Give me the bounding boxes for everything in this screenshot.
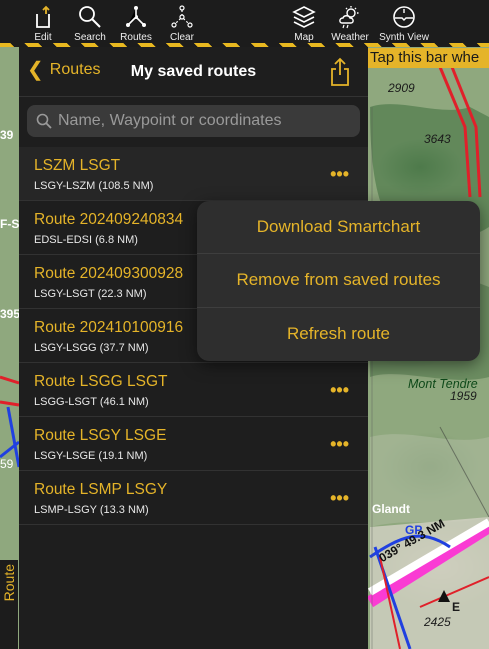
clear-label: Clear [170, 32, 194, 43]
weather-icon [339, 6, 359, 29]
map-edge-label: 39 [0, 128, 14, 142]
weather-button[interactable]: Weather [328, 0, 372, 47]
tap-bar-text: Tap this bar whe [370, 49, 480, 66]
search-icon [79, 6, 101, 28]
routes-icon [126, 6, 146, 27]
layers-icon [292, 6, 316, 28]
routes-label: Routes [120, 32, 152, 43]
routes-button[interactable]: Routes [117, 0, 155, 47]
route-name: Route LSGG LSGT [34, 373, 168, 390]
map-edge-label: F-S [0, 217, 20, 231]
route-item[interactable]: Route LSGG LSGT LSGG-LSGT (46.1 NM) ••• [19, 363, 368, 417]
weather-label: Weather [331, 32, 369, 43]
edit-label: Edit [34, 32, 52, 43]
map-edge-label: 59 [0, 457, 14, 471]
synth-view-label: Synth View [379, 32, 429, 43]
map-edge-label: 395 [0, 307, 21, 321]
map-elevation-label: 2909 [388, 81, 415, 95]
search-field[interactable] [27, 105, 360, 137]
synth-view-icon [393, 6, 415, 28]
share-icon [331, 57, 349, 86]
more-options-icon[interactable]: ••• [330, 164, 349, 185]
more-options-icon[interactable]: ••• [330, 380, 349, 401]
route-name: Route LSGY LSGE [34, 427, 167, 444]
vor-icon [438, 590, 450, 602]
route-detail: LSGY-LSZM (108.5 NM) [34, 180, 154, 192]
clear-button[interactable]: Clear [167, 0, 197, 47]
route-name: Route 202410100916 [34, 319, 184, 336]
route-side-tab-label: Route [1, 564, 17, 602]
route-item[interactable]: LSZM LSGT LSGY-LSZM (108.5 NM) ••• [19, 147, 368, 201]
map-vor-label: E [452, 600, 461, 614]
refresh-route-menu-item[interactable]: Refresh route [197, 308, 480, 361]
map-place-label: Mont Tendre [408, 377, 478, 391]
route-name: Route LSMP LSGY [34, 481, 168, 498]
clear-icon [171, 5, 193, 28]
map-elevation-label: 1959 [450, 389, 477, 403]
route-name: Route 202409300928 [34, 265, 184, 282]
synth-view-button[interactable]: Synth View [375, 0, 433, 47]
search-button[interactable]: Search [72, 0, 108, 47]
route-detail: LSGY-LSGT (22.3 NM) [34, 288, 147, 300]
route-item[interactable]: Route LSGY LSGE LSGY-LSGE (19.1 NM) ••• [19, 417, 368, 471]
route-detail: LSMP-LSGY (13.3 NM) [34, 504, 149, 516]
map-place-label: Glandt [372, 502, 410, 516]
map-elevation-label: 3643 [424, 132, 451, 146]
route-context-menu: Download Smartchart Remove from saved ro… [197, 201, 480, 361]
tap-bar[interactable]: Tap this bar whe [368, 48, 489, 68]
top-toolbar: Edit Search Routes Clear Map Weather Syn… [0, 0, 489, 47]
search-label: Search [74, 32, 106, 43]
page-title: My saved routes [130, 63, 257, 80]
route-name: Route 202409240834 [34, 211, 184, 228]
search-input[interactable] [58, 112, 348, 130]
search-icon [36, 113, 52, 129]
panel-header: ❮ Routes My saved routes [19, 47, 368, 97]
share-button[interactable] [330, 57, 350, 92]
route-side-tab[interactable]: Route [0, 560, 18, 649]
remove-route-menu-item[interactable]: Remove from saved routes [197, 254, 480, 308]
map-elevation-label: 2425 [424, 615, 451, 629]
route-detail: LSGY-LSGG (37.7 NM) [34, 342, 149, 354]
route-detail: EDSL-EDSI (6.8 NM) [34, 234, 138, 246]
more-options-icon[interactable]: ••• [330, 488, 349, 509]
download-smartchart-menu-item[interactable]: Download Smartchart [197, 201, 480, 255]
route-item[interactable]: Route LSMP LSGY LSMP-LSGY (13.3 NM) ••• [19, 471, 368, 525]
map-button[interactable]: Map [290, 0, 318, 47]
route-detail: LSGG-LSGT (46.1 NM) [34, 396, 149, 408]
more-options-icon[interactable]: ••• [330, 434, 349, 455]
edit-button[interactable]: Edit [30, 0, 56, 47]
edit-icon [36, 5, 50, 28]
route-detail: LSGY-LSGE (19.1 NM) [34, 450, 148, 462]
route-name: LSZM LSGT [34, 157, 121, 174]
map-label: Map [294, 32, 314, 43]
